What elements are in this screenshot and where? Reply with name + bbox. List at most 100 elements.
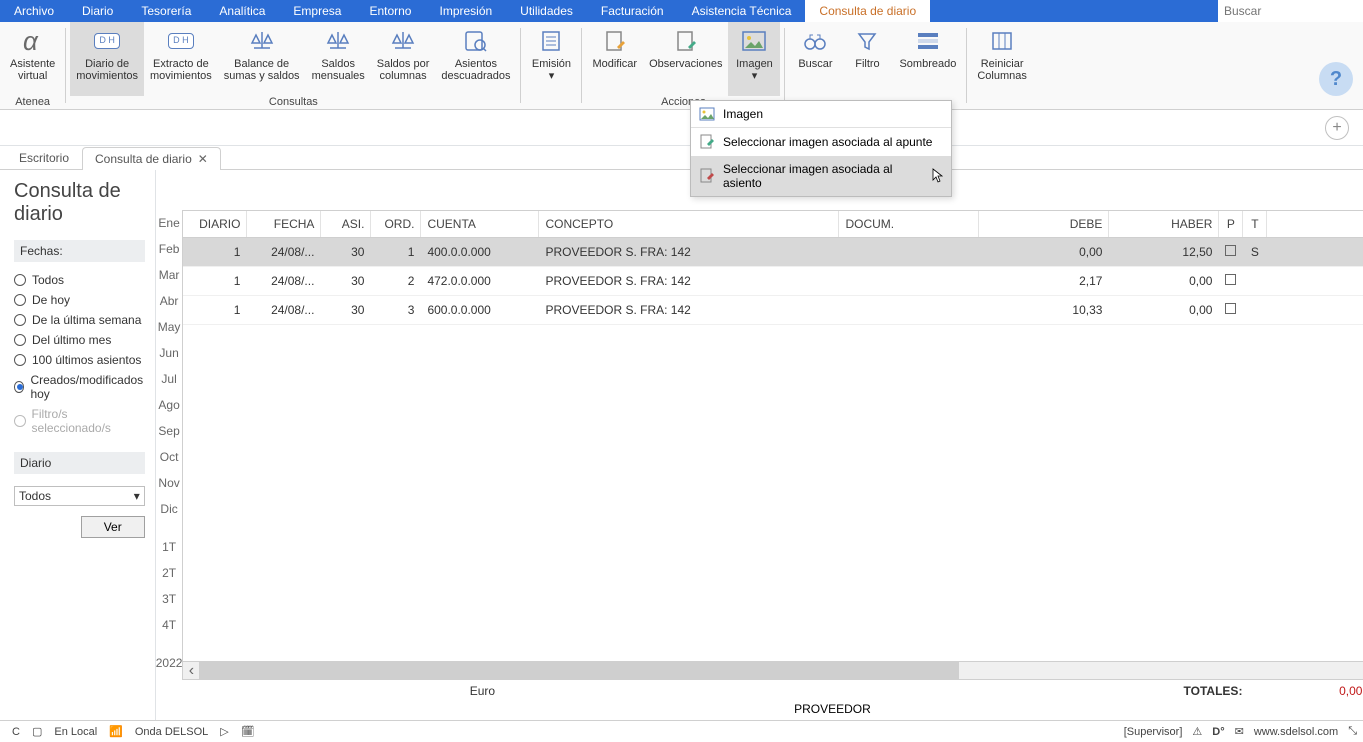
menu-empresa[interactable]: Empresa [279,0,355,22]
modificar-button[interactable]: Modificar [586,22,643,96]
status-c-icon[interactable]: C [6,726,26,738]
scroll-left-icon[interactable]: ‹ [183,662,199,679]
radio-semana[interactable]: De la última semana [14,310,145,330]
close-icon[interactable]: ✕ [198,152,208,166]
quarter-3t[interactable]: 3T [162,586,176,612]
col-docum[interactable]: DOCUM. [839,211,979,237]
status-wifi-icon[interactable]: 📶 [103,725,129,738]
filtro-button[interactable]: Filtro [841,22,893,96]
emision-button[interactable]: Emisión▾ [525,22,577,96]
d-badge-icon[interactable]: D° [1212,726,1224,738]
extracto-movimientos-button[interactable]: D H Extracto demovimientos [144,22,218,96]
ribbon-group-view: Buscar Filtro Sombreado [785,22,966,109]
month-ago[interactable]: Ago [158,392,179,418]
year-2022[interactable]: 2022 [156,650,183,676]
dropdown-item-sel-asiento[interactable]: Seleccionar imagen asociada al asiento [691,156,951,196]
imagen-button[interactable]: Imagen▾ [728,22,780,96]
pin-icon[interactable]: ⤡ [1348,725,1357,738]
quarter-2t[interactable]: 2T [162,560,176,586]
checkbox[interactable] [1219,296,1243,324]
radio-mes[interactable]: Del último mes [14,330,145,350]
quarter-4t[interactable]: 4T [162,612,176,638]
tabstrip: Escritorio Consulta de diario ✕ [0,146,1363,170]
month-jul[interactable]: Jul [161,366,176,392]
menu-analitica[interactable]: Analítica [205,0,279,22]
status-user: [Supervisor] [1124,726,1183,738]
col-p[interactable]: P [1219,211,1243,237]
month-dic[interactable]: Dic [160,496,177,522]
col-fecha[interactable]: FECHA [247,211,321,237]
help-button[interactable]: ? [1319,62,1353,96]
scroll-thumb[interactable] [199,662,959,679]
table-row[interactable]: 1 24/08/... 30 2 472.0.0.000 PROVEEDOR S… [183,267,1363,296]
menu-consulta-diario[interactable]: Consulta de diario [805,0,930,22]
month-abr[interactable]: Abr [160,288,179,314]
month-ene[interactable]: Ene [158,210,179,236]
menu-tesoreria[interactable]: Tesorería [127,0,205,22]
menu-impresion[interactable]: Impresión [425,0,506,22]
menu-diario[interactable]: Diario [68,0,127,22]
search-input[interactable] [1224,4,1357,18]
observaciones-button[interactable]: Observaciones [643,22,728,96]
month-feb[interactable]: Feb [159,236,180,262]
grid-body[interactable]: 1 24/08/... 30 1 400.0.0.000 PROVEEDOR S… [183,238,1363,661]
col-concepto[interactable]: CONCEPTO [539,211,839,237]
month-mar[interactable]: Mar [159,262,180,288]
menu-utilidades[interactable]: Utilidades [506,0,587,22]
col-asi[interactable]: ASI. [321,211,371,237]
search-box[interactable] [1218,0,1363,22]
buscar-button[interactable]: Buscar [789,22,841,96]
status-onda[interactable]: Onda DELSOL [129,726,214,738]
table-row[interactable]: 1 24/08/... 30 1 400.0.0.000 PROVEEDOR S… [183,238,1363,267]
ver-button[interactable]: Ver [81,516,145,538]
dropdown-item-sel-apunte[interactable]: Seleccionar imagen asociada al apunte [691,128,951,156]
horizontal-scrollbar[interactable]: ‹ › [182,662,1363,680]
status-box-icon[interactable]: ▢ [26,725,48,738]
diario-movimientos-button[interactable]: D H Diario demovimientos [70,22,144,96]
month-nov[interactable]: Nov [158,470,179,496]
col-ord[interactable]: ORD. [371,211,421,237]
checkbox[interactable] [1219,238,1243,266]
month-may[interactable]: May [158,314,181,340]
diario-select[interactable]: Todos ▾ [14,486,145,506]
reiniciar-columnas-button[interactable]: ReiniciarColumnas [971,22,1033,96]
col-cuenta[interactable]: CUENTA [421,211,539,237]
balance-sumas-saldos-button[interactable]: Balance desumas y saldos [218,22,306,96]
shading-icon [912,26,944,56]
warning-icon[interactable]: ⚠ [1192,725,1202,738]
menu-archivo[interactable]: Archivo [0,0,68,22]
col-diario[interactable]: DIARIO [183,211,247,237]
tab-consulta-diario[interactable]: Consulta de diario ✕ [82,147,221,170]
col-haber[interactable]: HABER [1109,211,1219,237]
asientos-descuadrados-button[interactable]: Asientosdescuadrados [435,22,516,96]
ribbon: α Asistentevirtual Atenea D H Diario dem… [0,22,1363,110]
month-oct[interactable]: Oct [160,444,179,470]
radio-hoy[interactable]: De hoy [14,290,145,310]
status-url[interactable]: www.sdelsol.com [1254,726,1338,738]
radio-creados-hoy[interactable]: Creados/modificados hoy [14,370,145,404]
col-t[interactable]: T [1243,211,1267,237]
quarter-1t[interactable]: 1T [162,534,176,560]
table-row[interactable]: 1 24/08/... 30 3 600.0.0.000 PROVEEDOR S… [183,296,1363,325]
saldos-mensuales-button[interactable]: Saldosmensuales [306,22,371,96]
menu-facturacion[interactable]: Facturación [587,0,678,22]
month-sep[interactable]: Sep [158,418,179,444]
col-debe[interactable]: DEBE [979,211,1109,237]
menu-bar: Archivo Diario Tesorería Analítica Empre… [0,0,1363,22]
status-play-icon[interactable]: ▷ [214,725,234,738]
tab-escritorio[interactable]: Escritorio [6,146,82,169]
menu-asistencia[interactable]: Asistencia Técnica [678,0,806,22]
radio-todos[interactable]: Todos [14,270,145,290]
saldos-columnas-button[interactable]: Saldos porcolumnas [371,22,436,96]
journal-icon: D H [91,26,123,56]
status-calendar-icon[interactable]: 🗓 [235,725,261,738]
checkbox[interactable] [1219,267,1243,295]
mail-icon[interactable]: ✉ [1235,725,1244,738]
sombreado-button[interactable]: Sombreado [893,22,962,96]
asistente-virtual-button[interactable]: α Asistentevirtual [4,22,61,96]
month-jun[interactable]: Jun [159,340,178,366]
add-button[interactable]: + [1325,116,1349,140]
menu-entorno[interactable]: Entorno [355,0,425,22]
dropdown-item-imagen[interactable]: Imagen [691,101,951,127]
radio-100[interactable]: 100 últimos asientos [14,350,145,370]
